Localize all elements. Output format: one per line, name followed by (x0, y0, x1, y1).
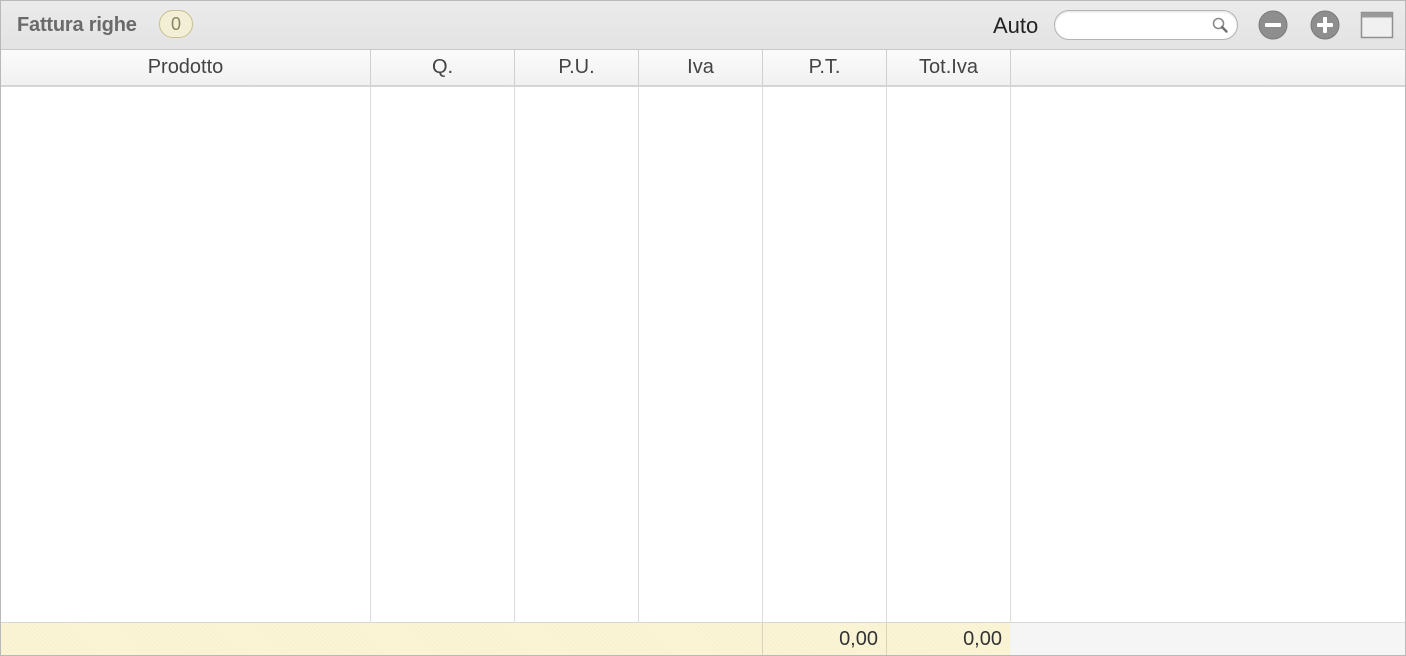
total-vat-sum: 0,00 (887, 623, 1011, 655)
column-header-quantity[interactable]: Q. (371, 50, 515, 85)
panel-title: Fattura righe (17, 14, 137, 36)
column-divider (370, 87, 371, 622)
search-icon[interactable] (1211, 16, 1229, 34)
toolbar: Fattura righe 0 Auto (1, 1, 1405, 50)
column-header-total-price[interactable]: P.T. (763, 50, 887, 85)
window-icon[interactable] (1360, 10, 1394, 40)
auto-label: Auto (993, 13, 1039, 38)
total-price-sum: 0,00 (763, 623, 887, 655)
column-divider (762, 87, 763, 622)
invoice-lines-grid: Prodotto Q. P.U. Iva P.T. Tot.Iva (1, 50, 1405, 622)
invoice-lines-panel: Fattura righe 0 Auto Prodotto Q. P.U. Iv… (0, 0, 1406, 656)
column-header-prodotto[interactable]: Prodotto (1, 50, 371, 85)
column-divider (886, 87, 887, 622)
column-divider (514, 87, 515, 622)
column-divider (638, 87, 639, 622)
column-header-vat[interactable]: Iva (639, 50, 763, 85)
search-input[interactable] (1065, 14, 1205, 36)
column-header-total-vat[interactable]: Tot.Iva (887, 50, 1011, 85)
row-count-badge: 0 (159, 10, 193, 38)
grid-header: Prodotto Q. P.U. Iva P.T. Tot.Iva (1, 50, 1405, 87)
column-header-filler (1011, 50, 1405, 85)
search-field[interactable] (1054, 10, 1238, 40)
remove-row-button[interactable] (1258, 10, 1288, 40)
totals-row: 0,00 0,00 (1, 622, 1405, 655)
totals-filler (1010, 623, 1405, 655)
totals-spacer (1, 623, 763, 655)
column-divider (1010, 87, 1011, 622)
grid-body[interactable] (1, 87, 1405, 622)
column-header-unit-price[interactable]: P.U. (515, 50, 639, 85)
add-row-button[interactable] (1310, 10, 1340, 40)
